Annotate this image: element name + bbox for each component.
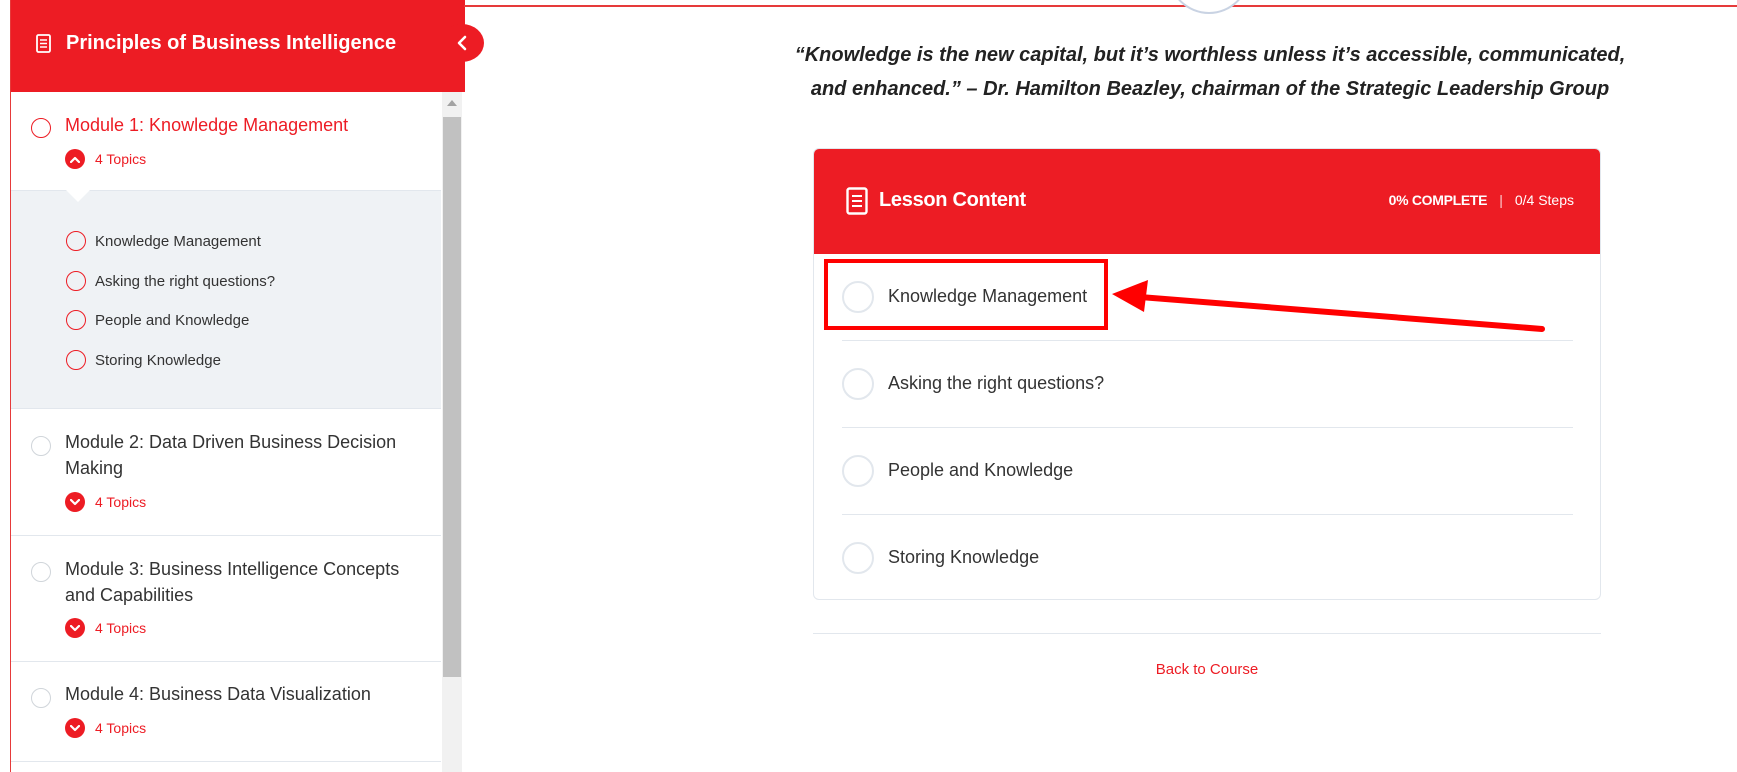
module-item[interactable]: Module 3: Business Intelligence Concepts… [11, 536, 441, 662]
panel-pointer [66, 190, 90, 202]
topic-item[interactable]: Knowledge Management [66, 231, 261, 251]
lesson-topic-title[interactable]: Asking the right questions? [888, 373, 1104, 394]
topic-title: Asking the right questions? [95, 272, 276, 290]
chevron-down-icon [65, 618, 85, 638]
status-circle-icon [842, 368, 874, 400]
content-divider [813, 633, 1601, 634]
topics-count: 4 Topics [95, 494, 147, 510]
chevron-down-icon [65, 718, 85, 738]
status-circle-icon [842, 542, 874, 574]
status-circle-icon [31, 562, 51, 582]
lesson-content-title: Lesson Content [879, 189, 1026, 211]
topic-list: Knowledge Management Asking the right qu… [11, 190, 441, 409]
chevron-up-icon [65, 149, 85, 169]
annotation-arrow-icon [1112, 280, 1545, 332]
back-to-course-link[interactable]: Back to Course [813, 661, 1601, 678]
topics-toggle[interactable]: 4 Topics [65, 618, 146, 638]
module-item[interactable]: Module 4: Business Data Visualization 4 … [11, 662, 441, 762]
chevron-down-icon [65, 492, 85, 512]
topic-item[interactable]: Asking the right questions? [66, 271, 275, 291]
lesson-topic-title[interactable]: Storing Knowledge [888, 547, 1039, 568]
topics-toggle[interactable]: 4 Topics [65, 718, 146, 738]
progress-steps: 0/4 Steps [1514, 192, 1574, 208]
status-circle-icon [31, 118, 51, 138]
progress-separator: | [1499, 192, 1503, 208]
status-circle-icon [842, 455, 874, 487]
lesson-topic-title[interactable]: People and Knowledge [888, 460, 1073, 481]
course-sidebar: Principles of Business Intelligence Modu… [10, 0, 484, 772]
module-title[interactable]: Module 2: Data Driven Business Decision … [65, 429, 415, 481]
status-circle-icon [31, 436, 51, 456]
topics-count: 4 Topics [95, 720, 147, 736]
module-title[interactable]: Module 3: Business Intelligence Concepts… [65, 556, 415, 608]
module-item[interactable]: Module 2: Data Driven Business Decision … [11, 409, 441, 536]
lesson-content-card: Lesson Content 0% COMPLETE | 0/4 Steps K… [813, 148, 1601, 600]
status-circle-icon [66, 231, 86, 251]
sidebar-scrollbar[interactable] [442, 92, 462, 772]
sidebar-header: Principles of Business Intelligence [11, 0, 465, 92]
top-divider [464, 5, 1737, 7]
lesson-content-header: Lesson Content 0% COMPLETE | 0/4 Steps [814, 149, 1600, 254]
topics-toggle[interactable]: 4 Topics [65, 492, 146, 512]
status-circle-icon [66, 310, 86, 330]
book-icon [36, 34, 51, 53]
scroll-up-arrow-icon[interactable] [447, 100, 457, 106]
course-title[interactable]: Principles of Business Intelligence [66, 32, 396, 55]
topic-title: Storing Knowledge [95, 351, 221, 369]
lesson-progress: 0% COMPLETE | 0/4 Steps [1389, 192, 1574, 208]
lesson-topic-item[interactable]: Asking the right questions? [842, 341, 1573, 428]
module-list: Module 1: Knowledge Management 4 Topics … [11, 92, 441, 772]
sidebar-collapse-button[interactable] [440, 24, 484, 62]
module-title[interactable]: Module 1: Knowledge Management [65, 112, 415, 138]
lesson-topic-item[interactable]: People and Knowledge [842, 428, 1573, 515]
status-circle-icon [31, 688, 51, 708]
lesson-topic-item[interactable]: Storing Knowledge [842, 515, 1573, 599]
module-item[interactable]: Module 1: Knowledge Management 4 Topics [11, 92, 441, 191]
topics-count: 4 Topics [95, 620, 147, 636]
quote-line: and enhanced.” – Dr. Hamilton Beazley, c… [810, 78, 1610, 100]
status-circle-icon [66, 350, 86, 370]
annotation-highlight-box [824, 259, 1108, 330]
topic-item[interactable]: People and Knowledge [66, 310, 249, 330]
progress-percent: 0% COMPLETE [1388, 192, 1488, 208]
quote-line: “Knowledge is the new capital, but it’s … [794, 44, 1626, 66]
topic-item[interactable]: Storing Knowledge [66, 350, 221, 370]
avatar [1168, 0, 1250, 14]
status-circle-icon [66, 271, 86, 291]
lesson-quote: “Knowledge is the new capital, but it’s … [780, 38, 1640, 106]
topic-title: People and Knowledge [95, 311, 250, 329]
chevron-left-icon [457, 35, 467, 51]
scrollbar-thumb[interactable] [443, 117, 461, 677]
topics-count: 4 Topics [95, 151, 147, 167]
module-title[interactable]: Module 4: Business Data Visualization [65, 681, 415, 707]
book-icon [846, 187, 868, 215]
topic-title: Knowledge Management [95, 232, 261, 250]
topics-toggle[interactable]: 4 Topics [65, 149, 146, 169]
